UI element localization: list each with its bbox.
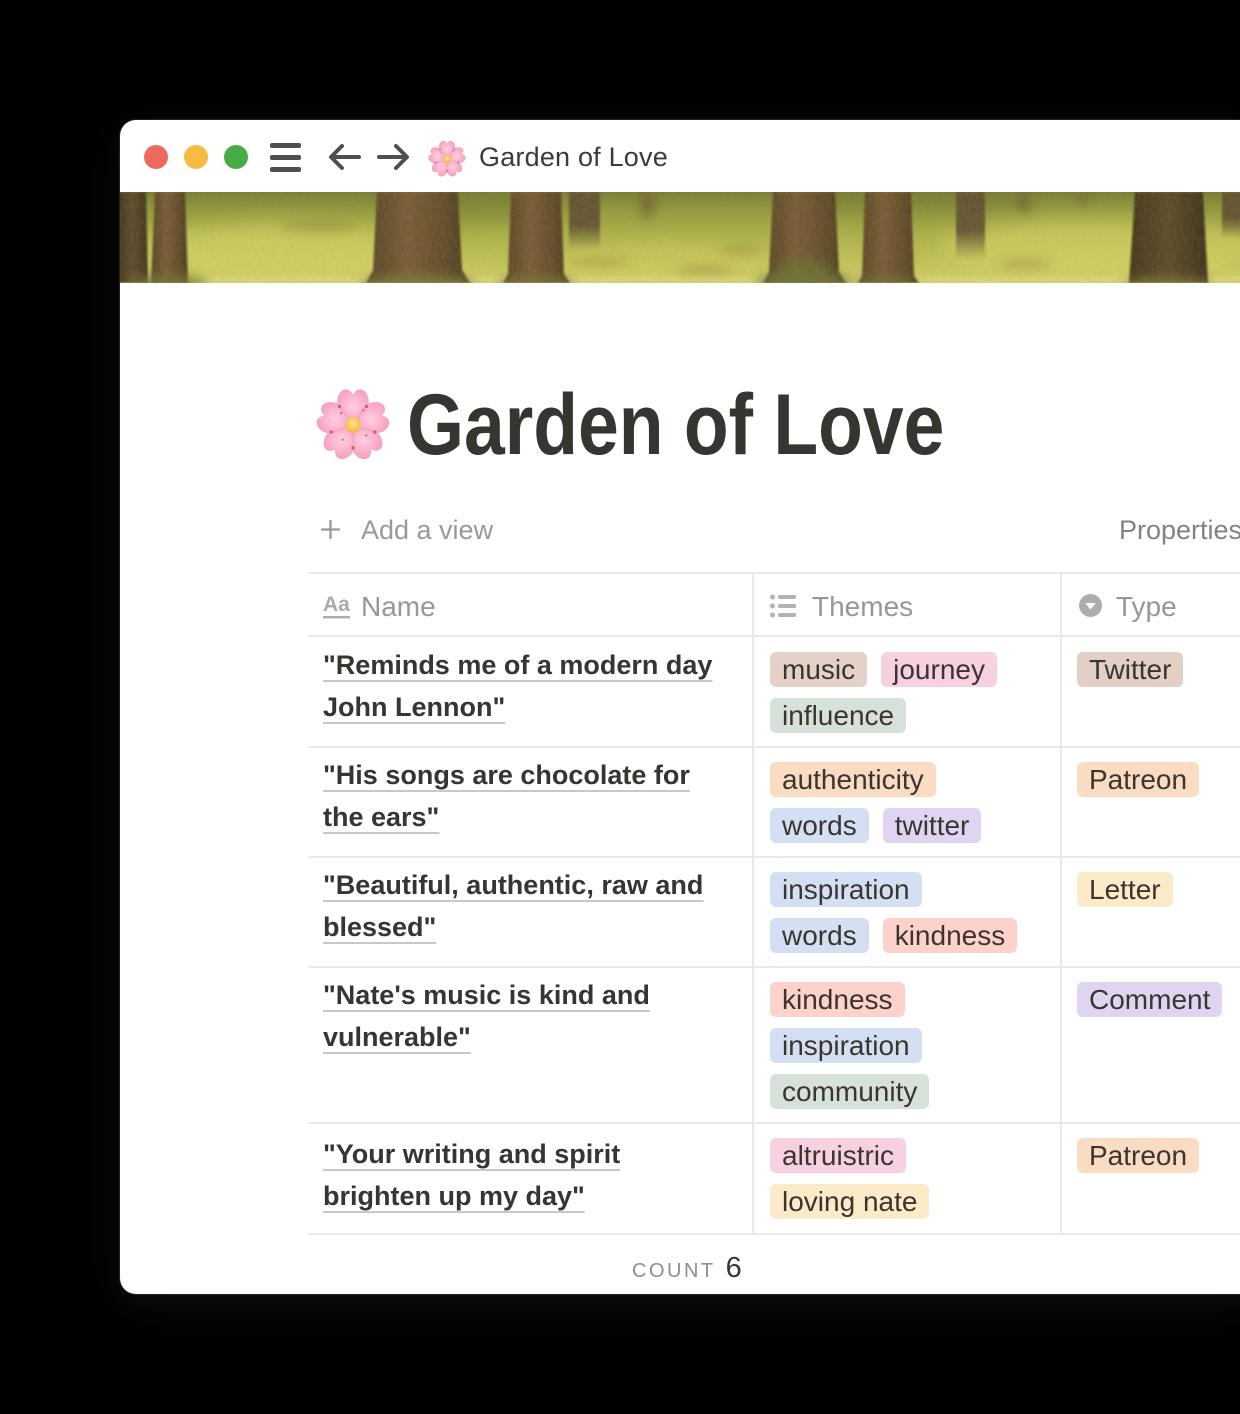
svg-text:Aa: Aa xyxy=(323,593,350,616)
